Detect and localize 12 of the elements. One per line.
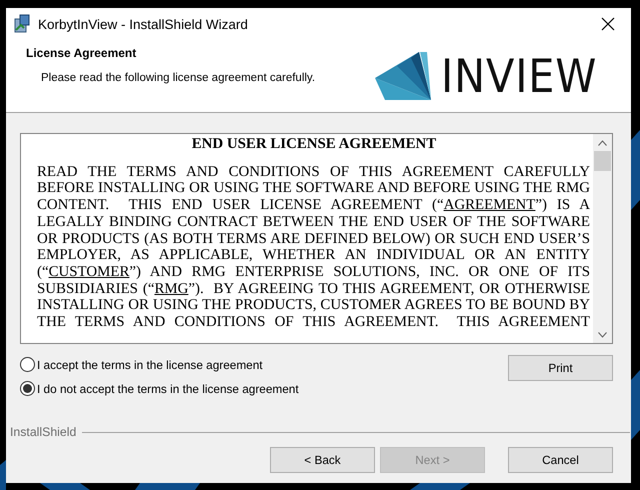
brand-label: InstallShield xyxy=(10,425,76,439)
radio-option[interactable]: I accept the terms in the license agreement xyxy=(20,357,299,372)
print-button[interactable]: Print xyxy=(508,355,613,381)
license-heading: END USER LICENSE AGREEMENT xyxy=(190,136,438,153)
wizard-button[interactable]: Cancel xyxy=(508,447,613,473)
wizard-button[interactable]: < Back xyxy=(270,447,375,473)
window-title: KorbytInView - InstallShield Wizard xyxy=(38,16,249,32)
license-paragraph: READ THE TERMS AND CONDITIONS OF THIS AGREEMENT CAREFULLY BEFORE INSTALLING OR USING THE SOFTWARE AND BEFORE USING THE RMG CONTENT. THIS END USER LICENSE AGREEMENT (“AGREEMENT”) IS A LEGALLY BINDING CONTRACT BETWEEN THE END USER OF THE SOFTWARE OR PRODUCTS (AS BOTH TERMS ARE DEFINED BELOW) OR SUCH END USER’S EMPLOYER, AS APPLICABLE, WHETHER AN INDIVIDUAL OR AN ENTITY (“CUSTOMER”) AND RMG ENTERPRISE SOLUTIONS, INC. OR ONE OF ITS SUBSIDIARIES (“RMG”). BY AGREEING TO THIS AGREEMENT, OR OTHERWISE INSTALLING OR USING THE PRODUCTS, CUSTOMER AGREES TO BE BOUND BY THE TERMS AND CONDITIONS OF THIS AGREEMENT. THIS AGREEMENT xyxy=(37,164,590,331)
page-title: License Agreement xyxy=(26,46,138,60)
logo-wordmark: INVIEW xyxy=(441,53,598,99)
radio-option[interactable]: I do not accept the terms in the license agreement xyxy=(20,381,299,396)
page-subtitle: Please read the following license agreement carefully. xyxy=(40,72,316,84)
